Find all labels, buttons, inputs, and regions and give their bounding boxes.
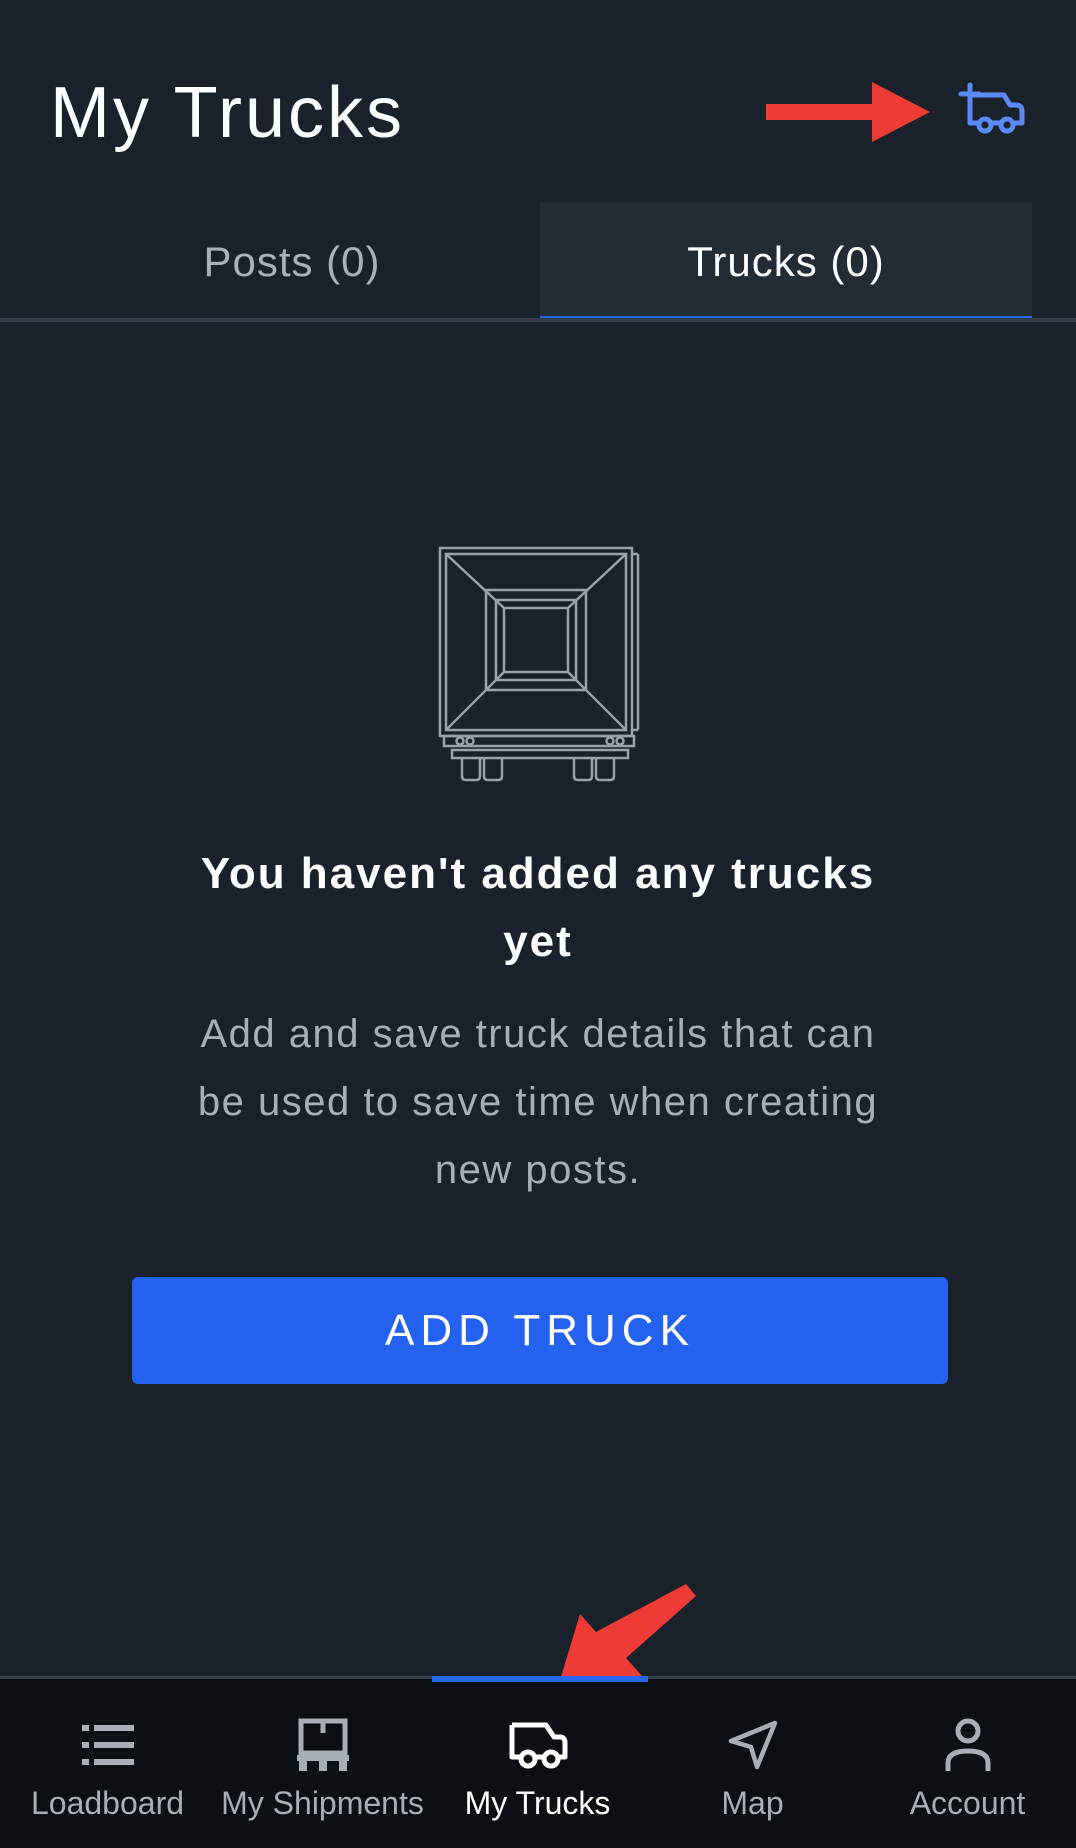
page-title: My Trucks	[50, 73, 406, 153]
truck-icon	[509, 1722, 567, 1769]
empty-state-description: Add and save truck details that can be u…	[197, 1012, 879, 1192]
empty-trailer-icon	[438, 546, 640, 782]
nav-label-account: Account	[909, 1785, 1026, 1821]
tab-bar: Posts (0) Trucks (0)	[0, 202, 1076, 322]
nav-label-my-shipments: My Shipments	[221, 1785, 424, 1821]
add-truck-icon-button[interactable]	[954, 76, 1030, 142]
nav-item-my-trucks[interactable]: My Trucks	[430, 1679, 645, 1848]
tab-trucks[interactable]: Trucks (0)	[540, 202, 1032, 322]
bottom-navigation: Loadboard My Shipments My Trucks Map Acc…	[0, 1676, 1076, 1848]
nav-label-map: Map	[721, 1785, 784, 1821]
tab-trucks-label: Trucks (0)	[687, 238, 885, 285]
truck-plus-icon	[958, 82, 1025, 134]
pallet-icon	[296, 1718, 349, 1771]
nav-label-my-trucks: My Trucks	[464, 1785, 611, 1821]
nav-item-account[interactable]: Account	[860, 1679, 1075, 1848]
empty-state-title: You haven't added any trucks yet	[200, 849, 876, 966]
nav-item-loadboard[interactable]: Loadboard	[0, 1679, 215, 1848]
header: My Trucks	[0, 0, 1076, 200]
navigation-arrow-icon	[728, 1720, 777, 1770]
tabs-divider	[0, 318, 1076, 322]
add-truck-button[interactable]: ADD TRUCK	[132, 1277, 948, 1384]
list-icon	[81, 1725, 134, 1765]
nav-label-loadboard: Loadboard	[30, 1785, 185, 1821]
nav-item-map[interactable]: Map	[645, 1679, 860, 1848]
nav-item-my-shipments[interactable]: My Shipments	[215, 1679, 430, 1848]
annotation-arrow-icon	[766, 82, 930, 142]
person-icon	[945, 1718, 990, 1771]
tab-posts-label: Posts (0)	[203, 238, 381, 285]
tab-posts[interactable]: Posts (0)	[46, 202, 538, 322]
my-trucks-screen: My Trucks Posts (0) Trucks (0) You haven…	[0, 0, 1076, 1848]
